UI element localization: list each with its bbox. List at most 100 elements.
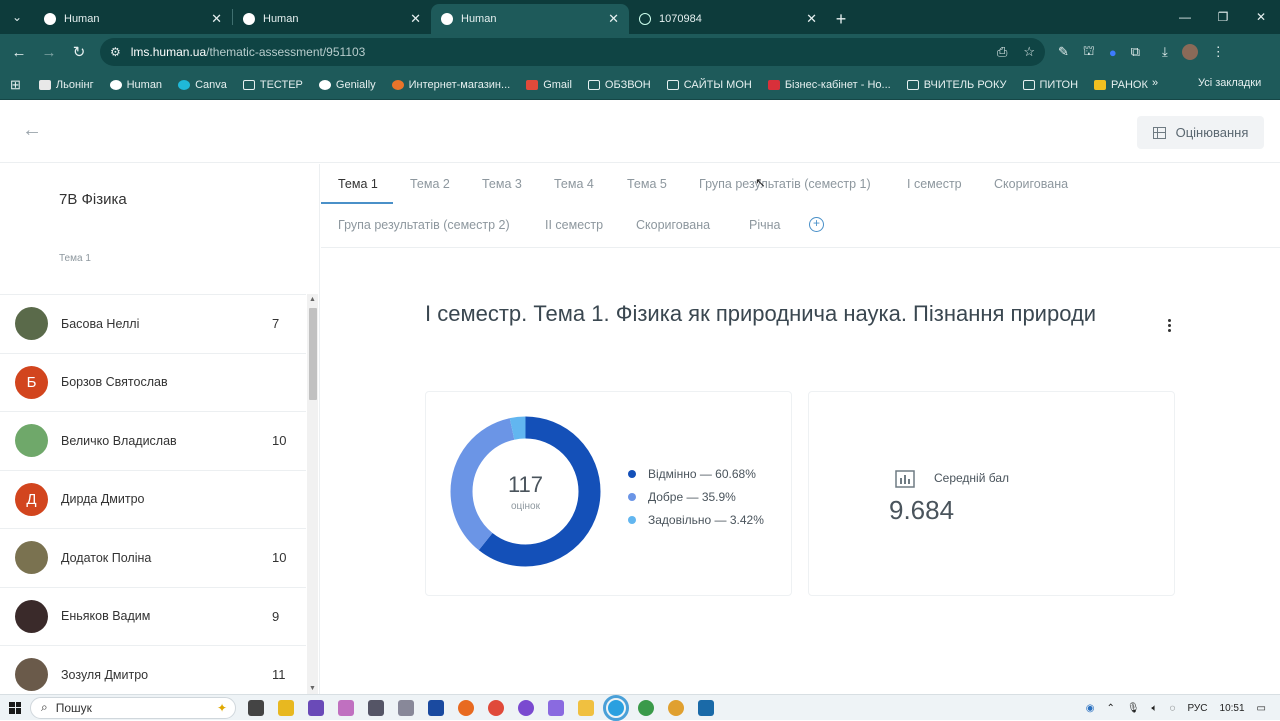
bookmark-item[interactable]: Бізнес-кабінет - Но... (767, 79, 891, 91)
chrome-icon[interactable] (638, 699, 654, 716)
mail-icon[interactable] (428, 699, 444, 716)
back-arrow-icon[interactable]: ← (22, 119, 42, 142)
folder-icon[interactable] (578, 699, 594, 716)
volume-icon[interactable]: 🔈︎ (1152, 703, 1158, 714)
site-settings-icon[interactable]: ⚙ (110, 45, 121, 59)
close-window-icon[interactable]: ✕ (1242, 0, 1280, 34)
tab-tema-2[interactable]: Тема 2 (410, 177, 450, 191)
student-name: Борзов Святослав (61, 375, 168, 390)
maximize-icon[interactable]: ❐ (1204, 0, 1242, 34)
file-explorer-icon[interactable] (278, 699, 294, 716)
student-row[interactable]: Басова Неллі 7 (0, 295, 306, 354)
bookmark-item[interactable]: РАНОК (1094, 79, 1148, 91)
student-row[interactable]: Додаток Поліна 10 (0, 529, 306, 588)
bookmark-folder[interactable]: ТЕСТЕР (242, 79, 303, 91)
student-name: Басова Неллі (61, 316, 140, 331)
add-tab-icon[interactable]: + (809, 217, 824, 232)
clock[interactable]: 10:51 (1220, 703, 1245, 714)
scroll-down-icon[interactable]: ▼ (309, 685, 316, 692)
profile-avatar[interactable] (1181, 44, 1198, 60)
browser-tabbar: ⌄ Human ✕ Human ✕ Human ✕ 1070984 ✕ + — … (0, 0, 1280, 34)
close-tab-icon[interactable]: ✕ (410, 11, 421, 27)
bookmark-folder[interactable]: ВЧИТЕЛЬ РОКУ (906, 79, 1007, 91)
bookmark-item[interactable]: Интернет-магазин... (391, 79, 510, 91)
notifications-icon[interactable]: ▭ (1257, 703, 1266, 714)
firefox-icon[interactable] (458, 699, 474, 716)
bookmark-item[interactable]: Льонінг (38, 79, 94, 91)
network-icon[interactable]: ◌ (1170, 703, 1176, 714)
more-options-icon[interactable] (1163, 319, 1175, 332)
close-tab-icon[interactable]: ✕ (211, 11, 222, 27)
tab-annual[interactable]: Річна (749, 218, 780, 232)
student-row[interactable]: Б Борзов Святослав (0, 354, 306, 412)
pen-extension-icon[interactable]: ✎ (1058, 44, 1069, 60)
app-icon[interactable] (338, 699, 354, 716)
tab-tema-3[interactable]: Тема 3 (482, 177, 522, 191)
bookmark-item[interactable]: Human (109, 79, 162, 91)
student-row[interactable]: Зозуля Дмитро 11 (0, 646, 306, 694)
taskbar-search[interactable]: ⌕ Пошук ✦ (30, 696, 236, 719)
close-tab-icon[interactable]: ✕ (608, 11, 619, 27)
forward-icon[interactable]: → (34, 44, 64, 61)
close-tab-icon[interactable]: ✕ (806, 11, 817, 27)
new-tab-button[interactable]: + (827, 4, 855, 34)
browser-tab[interactable]: Human ✕ (233, 4, 431, 34)
apps-grid-icon[interactable]: ⊞ (10, 77, 21, 93)
app-icon[interactable] (368, 699, 384, 716)
app-icon[interactable] (488, 699, 504, 716)
minimize-icon[interactable]: — (1166, 0, 1204, 34)
viber-icon[interactable] (518, 699, 534, 716)
pen-app-icon[interactable] (548, 699, 564, 716)
update-icon[interactable]: ◉ (1086, 703, 1095, 714)
tab-tema-5[interactable]: Тема 5 (627, 177, 667, 191)
menu-kebab-icon[interactable]: ⋮ (1212, 44, 1225, 60)
browser-tab[interactable]: 1070984 ✕ (629, 4, 827, 34)
tab-adjusted-2[interactable]: Скоригована (636, 218, 710, 232)
tab-results-group-2[interactable]: Група результатів (семестр 2) (338, 218, 510, 232)
bookmark-item[interactable]: Genially (318, 79, 376, 91)
tab-tema-1[interactable]: Тема 1 (338, 177, 378, 191)
app-icon[interactable] (398, 699, 414, 716)
all-bookmarks-button[interactable]: Усі закладки (1192, 77, 1261, 89)
tab-search-dropdown-icon[interactable]: ⌄ (0, 0, 34, 34)
scrollbar-thumb[interactable] (309, 308, 317, 400)
scroll-up-icon[interactable]: ▲ (309, 296, 316, 303)
tab-semester-1[interactable]: І семестр (907, 177, 962, 191)
drive-icon (1094, 79, 1107, 90)
task-view-icon[interactable] (248, 699, 264, 716)
student-row[interactable]: Еньяков Вадим 9 (0, 588, 306, 646)
blue-circle-extension-icon[interactable]: ● (1109, 45, 1117, 60)
bookmark-folder[interactable]: ПИТОН (1022, 79, 1078, 91)
tab-results-group-1[interactable]: Група результатів (семестр 1) (699, 177, 871, 191)
tab-tema-4[interactable]: Тема 4 (554, 177, 594, 191)
address-bar[interactable]: ⚙ lms.human.ua/thematic-assessment/95110… (100, 38, 1045, 66)
bookmarks-more-icon[interactable]: » (1152, 77, 1158, 89)
app-icon[interactable] (308, 699, 324, 716)
puzzle-extensions-icon[interactable]: ⧉ (1131, 44, 1140, 60)
browser-tab[interactable]: Human ✕ (34, 4, 232, 34)
student-row[interactable]: Величко Владислав 10 (0, 412, 306, 471)
install-app-icon[interactable]: ⎙ (997, 44, 1007, 60)
bookmark-folder[interactable]: ОБЗВОН (587, 79, 651, 91)
microphone-icon[interactable]: 🎙︎ (1127, 703, 1140, 714)
bookmark-item[interactable]: Gmail (526, 79, 572, 91)
tab-semester-2[interactable]: ІІ семестр (545, 218, 603, 232)
telegram-icon[interactable] (603, 694, 629, 721)
bookmark-item[interactable]: Canva (178, 79, 227, 91)
language-indicator[interactable]: РУС (1187, 703, 1207, 714)
browser-tab-active[interactable]: Human ✕ (431, 4, 629, 34)
student-row[interactable]: Д Дирда Дмитро (0, 471, 306, 529)
downloads-icon[interactable]: ⤓ (1162, 44, 1168, 60)
app-icon[interactable] (698, 699, 714, 716)
chrome-icon[interactable] (668, 699, 684, 716)
reload-icon[interactable]: ↻ (64, 43, 94, 61)
bookmark-folder[interactable]: САЙТЫ МОН (666, 79, 752, 91)
scrollbar[interactable]: ▲ ▼ (307, 294, 318, 694)
extension-icon[interactable]: ⛫ (1083, 43, 1095, 61)
back-icon[interactable]: ← (4, 44, 34, 61)
chevron-up-icon[interactable]: ⌃ (1106, 703, 1114, 714)
grading-button[interactable]: Оцінювання (1137, 116, 1264, 149)
windows-start-icon[interactable] (0, 701, 30, 714)
bookmark-star-icon[interactable]: ☆ (1023, 44, 1035, 60)
tab-adjusted-1[interactable]: Скоригована (994, 177, 1068, 191)
